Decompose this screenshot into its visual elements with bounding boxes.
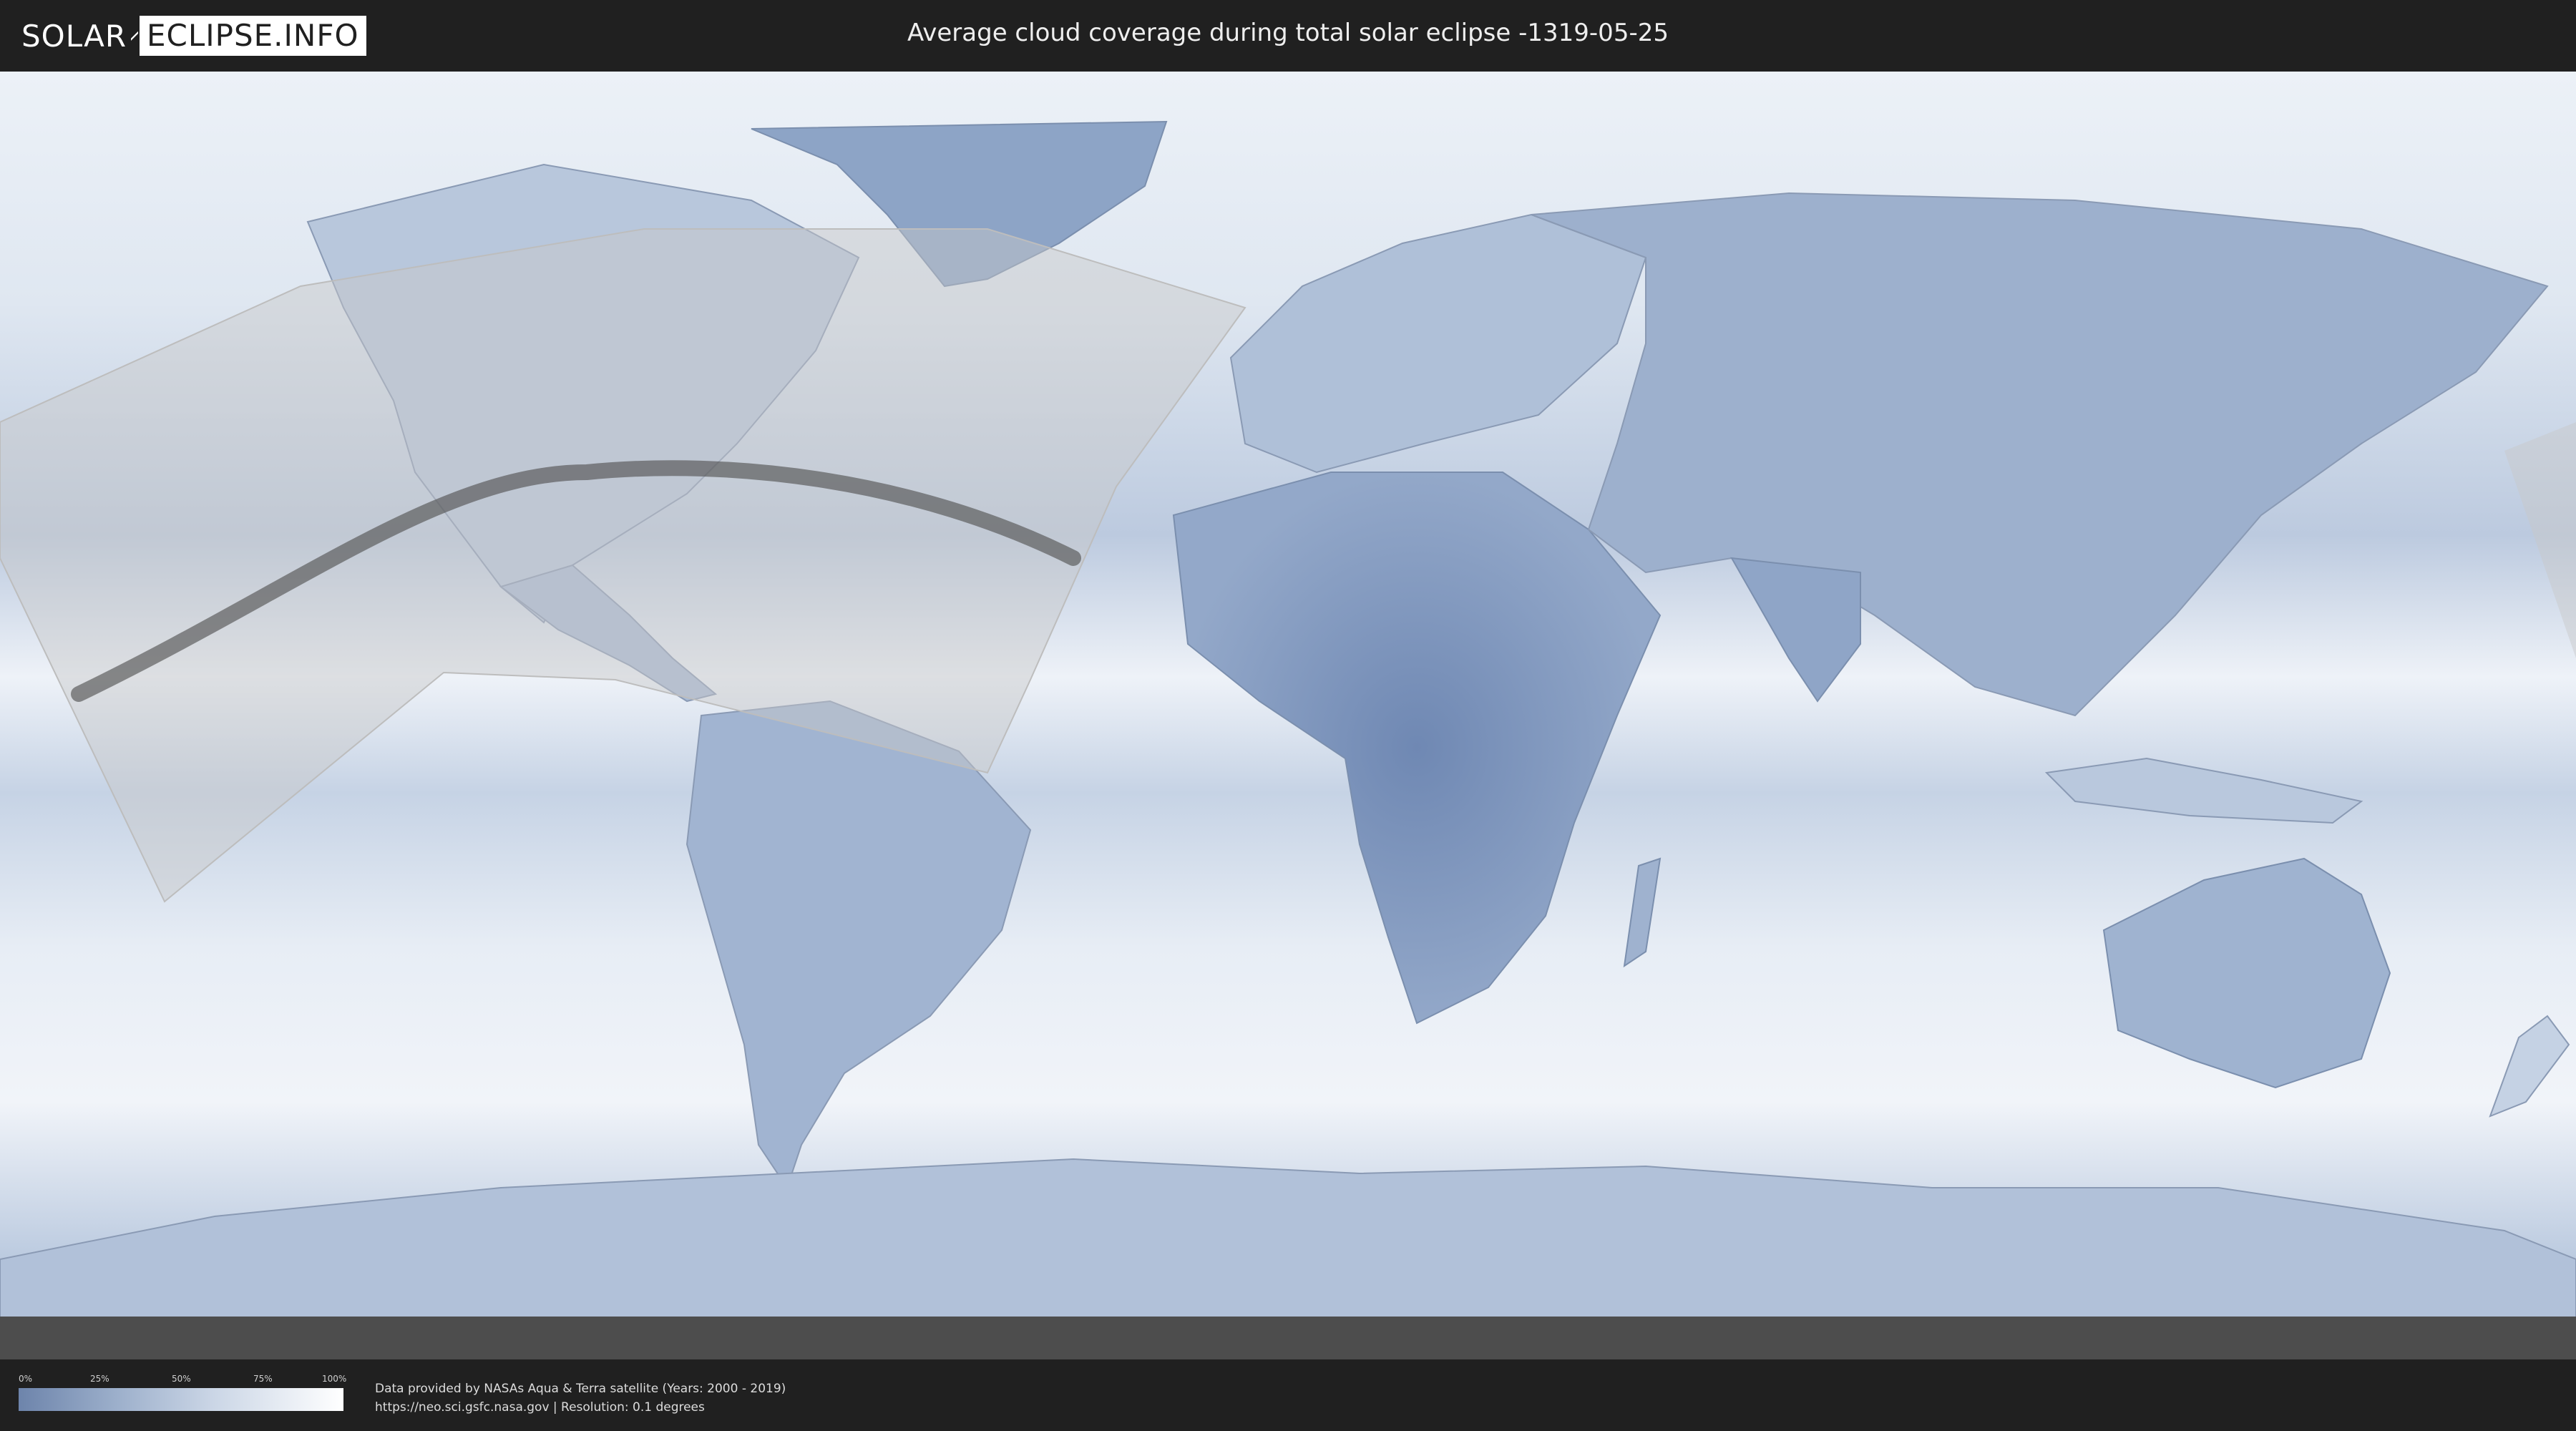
legend-tick-0: 0%: [19, 1374, 33, 1384]
polar-night-band: [0, 1317, 2576, 1359]
legend-tick-50: 50%: [172, 1374, 191, 1384]
cloud-coverage-map[interactable]: [0, 72, 2576, 1359]
data-credits: Data provided by NASAs Aqua & Terra sate…: [375, 1379, 786, 1417]
cloud-coverage-legend: 0% 25% 50% 75% 100%: [19, 1374, 347, 1411]
legend-tick-25: 25%: [90, 1374, 109, 1384]
credits-line-1: Data provided by NASAs Aqua & Terra sate…: [375, 1382, 786, 1396]
footer: 0% 25% 50% 75% 100% Data provided by NAS…: [0, 1359, 2576, 1431]
world-map-svg: [0, 72, 2576, 1359]
credits-line-2: https://neo.sci.gsfc.nasa.gov | Resoluti…: [375, 1400, 705, 1415]
legend-tick-75: 75%: [253, 1374, 273, 1384]
legend-color-scale: [19, 1388, 343, 1411]
page-title: Average cloud coverage during total sola…: [907, 19, 1669, 47]
legend-tick-100: 100%: [322, 1374, 347, 1384]
legend-ticks: 0% 25% 50% 75% 100%: [19, 1374, 347, 1385]
header: SOLAR ECLIPSE.INFO Average cloud coverag…: [0, 0, 2576, 72]
